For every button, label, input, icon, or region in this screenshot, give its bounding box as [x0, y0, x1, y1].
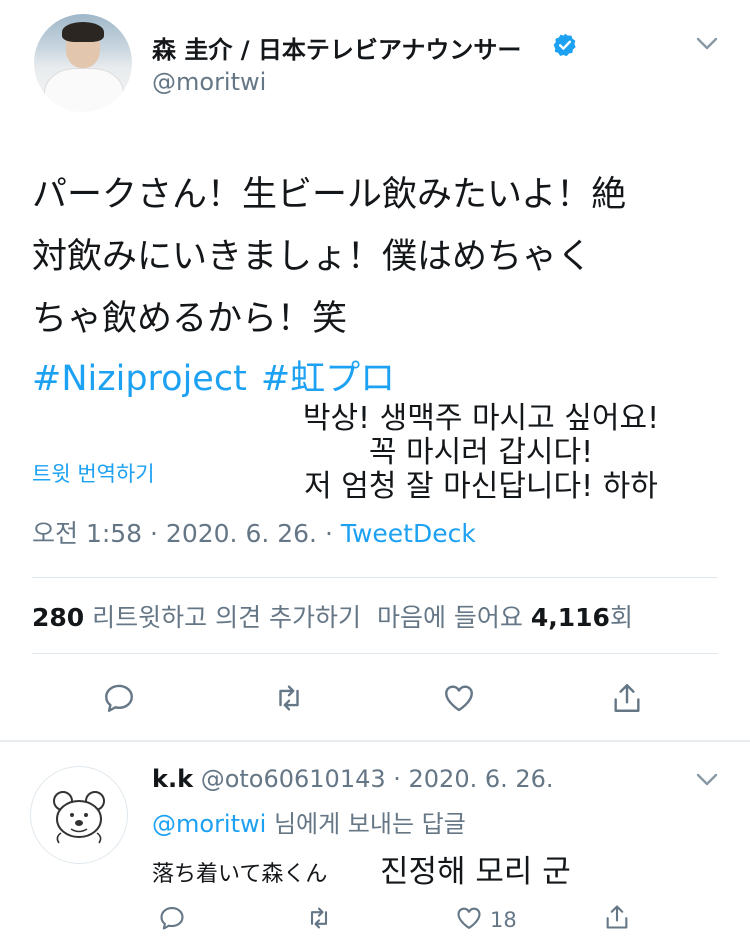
hashtag-list: #Niziproject #虹プロ — [32, 350, 409, 401]
hashtag-link[interactable]: #虹プロ — [261, 359, 395, 399]
author-name[interactable]: 森 圭介 / 日本テレビアナウンサー — [152, 30, 521, 65]
retweet-icon[interactable] — [272, 681, 306, 715]
share-icon[interactable] — [603, 903, 631, 931]
replying-to: @moritwi 님에게 보내는 답글 — [152, 804, 466, 839]
heart-icon[interactable] — [455, 904, 483, 932]
reply-text: 落ち着いて森くん — [152, 862, 328, 887]
source-link[interactable]: TweetDeck — [341, 519, 476, 548]
chevron-down-icon[interactable] — [696, 36, 718, 52]
translation-overlay: 박상! 생맥주 마시고 싶어요! 꼭 마시러 갑시다! 저 엄청 잘 마신답니다… — [302, 401, 660, 504]
tweet-text: パークさん！生ビール飲みたいよ！絶 対飲みにいきましょ！僕はめちゃく ちゃ飲める… — [32, 175, 627, 339]
tweet-timestamp: 오전 1:58 · 2020. 6. 26. · TweetDeck — [32, 514, 476, 550]
bear-sketch-icon — [53, 791, 105, 844]
reply-to-suffix: 님에게 보내는 답글 — [266, 810, 466, 838]
author-avatar[interactable] — [34, 14, 132, 112]
likes-label[interactable]: 마음에 들어요 — [377, 603, 523, 632]
reply-icon[interactable] — [158, 904, 186, 932]
timestamp-text: 오전 1:58 · 2020. 6. 26. · — [32, 519, 341, 548]
heart-icon[interactable] — [442, 681, 476, 715]
reply-translation-overlay: 진정해 모리 군 — [380, 854, 571, 890]
divider — [32, 577, 718, 578]
reply-author-line: k.k @oto60610143 · 2020. 6. 26. — [152, 765, 554, 793]
like-count[interactable]: 4,116 — [531, 603, 610, 632]
author-handle[interactable]: @moritwi — [152, 68, 266, 96]
translate-tweet-link[interactable]: 트윗 번역하기 — [32, 458, 155, 488]
reply-to-handle-link[interactable]: @moritwi — [152, 810, 266, 838]
retweet-label[interactable]: 리트윗하고 의견 추가하기 — [92, 603, 361, 632]
retweet-icon[interactable] — [305, 904, 333, 932]
reply-meta: @oto60610143 · 2020. 6. 26. — [200, 765, 554, 793]
likes-unit: 회 — [609, 603, 633, 632]
chevron-down-icon[interactable] — [696, 772, 718, 788]
section-divider — [0, 740, 750, 742]
tweet-stats: 280 리트윗하고 의견 추가하기 마음에 들어요 4,116회 — [32, 598, 633, 634]
divider — [32, 653, 718, 654]
verified-badge-icon — [553, 33, 576, 57]
reply-icon[interactable] — [102, 681, 136, 715]
reply-author-name[interactable]: k.k — [152, 765, 193, 793]
reply-like-count: 18 — [490, 908, 517, 932]
hashtag-link[interactable]: #Niziproject — [32, 359, 247, 399]
reply-author-avatar[interactable] — [30, 766, 128, 864]
retweet-count[interactable]: 280 — [32, 603, 84, 632]
share-icon[interactable] — [610, 681, 644, 715]
